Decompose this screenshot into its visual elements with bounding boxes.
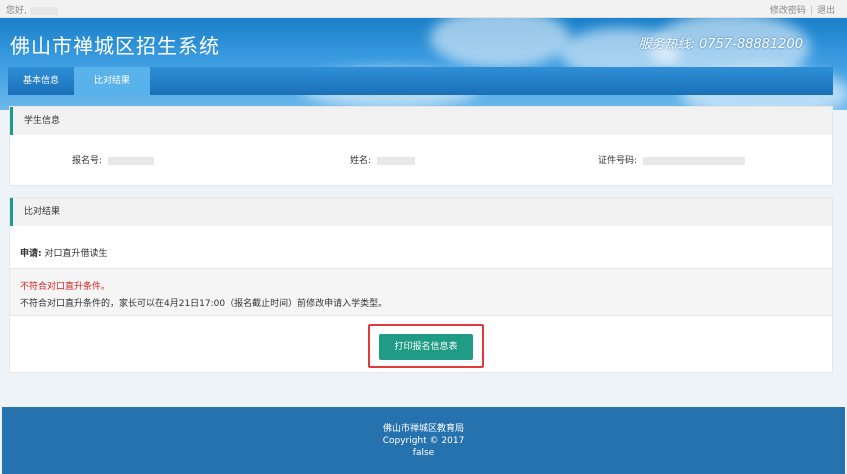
tab-compare-result[interactable]: 比对结果: [74, 67, 150, 95]
logout-link[interactable]: 退出: [817, 6, 835, 16]
masked-value: [377, 156, 416, 165]
application-line: 申请: 对口直升借读生: [20, 246, 108, 259]
footer-org: 佛山市禅城区教育局: [382, 424, 464, 434]
field-label: 证件号码:: [598, 156, 638, 166]
warning-box: 不符合对口直升条件。 不符合对口直升条件的，家长可以在4月21日17:00（报名…: [10, 268, 832, 316]
apply-value: 对口直升借读生: [44, 249, 108, 259]
highlight-outline: 打印报名信息表: [368, 324, 484, 368]
panel-title: 学生信息: [10, 107, 832, 135]
student-info-row: 报名号: 姓名: 证件号码:: [10, 135, 832, 185]
footer-copyright: Copyright © 2017: [382, 436, 465, 446]
link-separator: |: [809, 6, 813, 16]
warning-title: 不符合对口直升条件。: [20, 282, 111, 292]
apply-label: 申请:: [20, 249, 42, 259]
field-label: 姓名:: [350, 156, 372, 166]
top-bar: 您好, 修改密码 | 退出: [0, 0, 847, 18]
header-banner: 佛山市禅城区招生系统 服务热线: 0757-88881200: [0, 18, 847, 110]
print-registration-form-button[interactable]: 打印报名信息表: [379, 334, 473, 360]
name-field: 姓名:: [350, 153, 416, 166]
masked-value: [108, 156, 155, 165]
main-nav: 基本信息 比对结果: [8, 67, 833, 95]
footer-extra: false: [412, 448, 435, 458]
masked-username: [29, 6, 58, 15]
footer: 佛山市禅城区教育局 Copyright © 2017 false: [2, 407, 845, 474]
masked-value: [643, 156, 746, 165]
site-title: 佛山市禅城区招生系统: [10, 34, 220, 58]
panel-title: 比对结果: [10, 198, 832, 226]
service-hotline: 服务热线: 0757-88881200: [638, 37, 803, 52]
greeting: 您好,: [6, 3, 58, 16]
greeting-text: 您好,: [6, 6, 27, 16]
top-links: 修改密码 | 退出: [770, 3, 835, 16]
field-label: 报名号:: [72, 156, 103, 166]
compare-result-panel: 比对结果 申请: 对口直升借读生 不符合对口直升条件。 不符合对口直升条件的，家…: [9, 197, 833, 373]
id-number-field: 证件号码:: [598, 153, 746, 166]
change-password-link[interactable]: 修改密码: [770, 6, 806, 16]
student-info-panel: 学生信息 报名号: 姓名: 证件号码:: [9, 106, 833, 186]
warning-text: 不符合对口直升条件的，家长可以在4月21日17:00（报名截止时间）前修改申请入…: [20, 299, 388, 309]
registration-number-field: 报名号:: [72, 153, 155, 166]
tab-basic-info[interactable]: 基本信息: [8, 67, 74, 95]
